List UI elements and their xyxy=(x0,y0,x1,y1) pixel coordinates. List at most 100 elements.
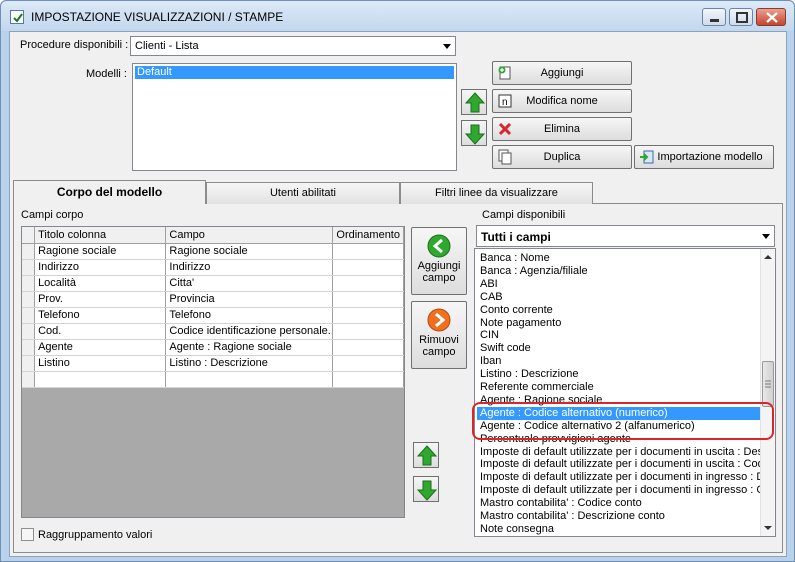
table-cell[interactable]: Agente : Ragione sociale xyxy=(165,339,334,356)
tab-corpo-del-modello[interactable]: Corpo del modello xyxy=(13,180,206,204)
list-item[interactable]: Listino : Descrizione xyxy=(480,368,578,381)
modelli-list[interactable]: Default xyxy=(132,63,457,171)
campi-disponibili-list[interactable]: Banca : Nome Banca : Agenzia/filiale ABI CA… xyxy=(474,248,776,537)
list-item[interactable]: Imposte di default utilizzate per i docu… xyxy=(480,458,764,471)
scroll-up-icon[interactable] xyxy=(761,251,775,263)
table-cell[interactable]: Prov. xyxy=(34,291,167,308)
list-item[interactable]: Referente commerciale xyxy=(480,381,594,394)
table-row[interactable] xyxy=(22,371,404,388)
table-row[interactable]: Indirizzo Indirizzo xyxy=(22,259,404,276)
row-selector[interactable] xyxy=(22,243,36,260)
rimuovi-campo-button[interactable]: Rimuovi campo xyxy=(411,301,467,369)
column-header[interactable]: Titolo colonna xyxy=(34,227,167,244)
scroll-thumb[interactable] xyxy=(762,361,774,407)
table-cell[interactable]: Telefono xyxy=(165,307,334,324)
modelli-item[interactable]: Default xyxy=(135,66,454,79)
row-selector[interactable] xyxy=(22,259,36,276)
raggruppamento-checkbox[interactable] xyxy=(21,528,34,541)
procedure-select[interactable]: Clienti - Lista xyxy=(130,36,456,56)
table-cell[interactable] xyxy=(332,355,404,372)
table-cell[interactable]: Ragione sociale xyxy=(165,243,334,260)
move-model-down-button[interactable] xyxy=(461,120,487,146)
list-item[interactable]: Swift code xyxy=(480,342,531,355)
list-item[interactable]: Iban xyxy=(480,355,501,368)
tab-utenti-abilitati[interactable]: Utenti abilitati xyxy=(206,182,400,204)
move-field-up-button[interactable] xyxy=(413,442,439,468)
row-selector[interactable] xyxy=(22,339,36,356)
elimina-button[interactable]: Elimina xyxy=(492,117,632,141)
modifica-nome-button[interactable]: n Modifica nome xyxy=(492,89,632,113)
table-cell[interactable] xyxy=(332,259,404,276)
table-cell[interactable] xyxy=(332,275,404,292)
table-cell[interactable] xyxy=(332,323,404,340)
row-selector[interactable] xyxy=(22,323,36,340)
list-item[interactable]: Banca : Agenzia/filiale xyxy=(480,265,588,278)
table-cell[interactable]: Telefono xyxy=(34,307,167,324)
duplica-button[interactable]: Duplica xyxy=(492,145,632,169)
list-item[interactable]: Imposte di default utilizzate per i docu… xyxy=(480,471,764,484)
vertical-scrollbar[interactable] xyxy=(760,249,775,536)
table-cell[interactable] xyxy=(332,243,404,260)
table-cell[interactable]: Indirizzo xyxy=(165,259,334,276)
list-item[interactable]: Mastro contabilita' : Codice conto xyxy=(480,497,642,510)
table-cell[interactable]: Citta' xyxy=(165,275,334,292)
campi-filter-select[interactable]: Tutti i campi xyxy=(476,225,775,247)
row-selector[interactable] xyxy=(22,371,36,388)
tab-filtri-linee[interactable]: Filtri linee da visualizzare xyxy=(400,182,593,204)
arrow-down-icon xyxy=(417,480,437,501)
table-cell[interactable]: Listino : Descrizione xyxy=(165,355,334,372)
list-item[interactable]: Note pagamento xyxy=(480,317,561,330)
list-item[interactable]: Banca : Nome xyxy=(480,252,550,265)
list-item[interactable]: ABI xyxy=(480,278,498,291)
row-selector[interactable] xyxy=(22,307,36,324)
table-row[interactable]: Località Citta' xyxy=(22,275,404,292)
table-cell[interactable]: Indirizzo xyxy=(34,259,167,276)
minimize-button[interactable] xyxy=(702,8,726,26)
campi-corpo-grid[interactable]: Titolo colonna Campo Ordinamento Ragione… xyxy=(21,226,405,518)
scroll-down-icon[interactable] xyxy=(761,522,775,534)
table-cell[interactable]: Località xyxy=(34,275,167,292)
list-item[interactable]: Imposte di default utilizzate per i docu… xyxy=(480,484,770,497)
table-cell[interactable] xyxy=(332,371,404,388)
list-item[interactable]: CAB xyxy=(480,291,503,304)
table-cell[interactable] xyxy=(34,371,167,388)
list-item[interactable]: Imposte di default utilizzate per i docu… xyxy=(480,446,763,459)
title-bar[interactable]: IMPOSTAZIONE VISUALIZZAZIONI / STAMPE xyxy=(1,1,794,31)
table-cell[interactable]: Ragione sociale xyxy=(34,243,167,260)
list-item[interactable]: Conto corrente xyxy=(480,304,553,317)
table-cell[interactable]: Codice identificazione personale... xyxy=(165,323,334,340)
importazione-modello-button[interactable]: Importazione modello xyxy=(634,145,774,169)
table-cell[interactable]: Cod. xyxy=(34,323,167,340)
list-item[interactable]: CIN xyxy=(480,329,499,342)
procedure-label: Procedure disponibili : xyxy=(20,39,129,51)
table-row[interactable]: Cod. Codice identificazione personale... xyxy=(22,323,404,340)
table-row[interactable]: Agente Agente : Ragione sociale xyxy=(22,339,404,356)
column-header[interactable]: Ordinamento xyxy=(332,227,404,244)
list-item[interactable]: Note consegna xyxy=(480,523,554,536)
campi-corpo-table: Titolo colonna Campo Ordinamento Ragione… xyxy=(22,227,404,388)
move-field-down-button[interactable] xyxy=(413,476,439,502)
maximize-button[interactable] xyxy=(729,8,753,26)
column-header[interactable]: Campo xyxy=(165,227,334,244)
table-row[interactable]: Listino Listino : Descrizione xyxy=(22,355,404,372)
aggiungi-button[interactable]: Aggiungi xyxy=(492,61,632,85)
window-title: IMPOSTAZIONE VISUALIZZAZIONI / STAMPE xyxy=(31,10,284,24)
table-cell[interactable] xyxy=(332,307,404,324)
table-row[interactable]: Ragione sociale Ragione sociale xyxy=(22,243,404,260)
table-cell[interactable]: Provincia xyxy=(165,291,334,308)
row-selector[interactable] xyxy=(22,275,36,292)
close-button[interactable] xyxy=(756,8,786,26)
table-row[interactable]: Telefono Telefono xyxy=(22,307,404,324)
table-cell[interactable] xyxy=(165,371,334,388)
move-model-up-button[interactable] xyxy=(461,89,487,115)
import-icon xyxy=(640,150,654,164)
table-cell[interactable]: Agente xyxy=(34,339,167,356)
table-cell[interactable]: Listino xyxy=(34,355,167,372)
table-row[interactable]: Prov. Provincia xyxy=(22,291,404,308)
list-item[interactable]: Mastro contabilita' : Descrizione conto xyxy=(480,510,665,523)
table-cell[interactable] xyxy=(332,339,404,356)
aggiungi-campo-button[interactable]: Aggiungi campo xyxy=(411,227,467,295)
row-selector[interactable] xyxy=(22,355,36,372)
table-cell[interactable] xyxy=(332,291,404,308)
row-selector[interactable] xyxy=(22,291,36,308)
